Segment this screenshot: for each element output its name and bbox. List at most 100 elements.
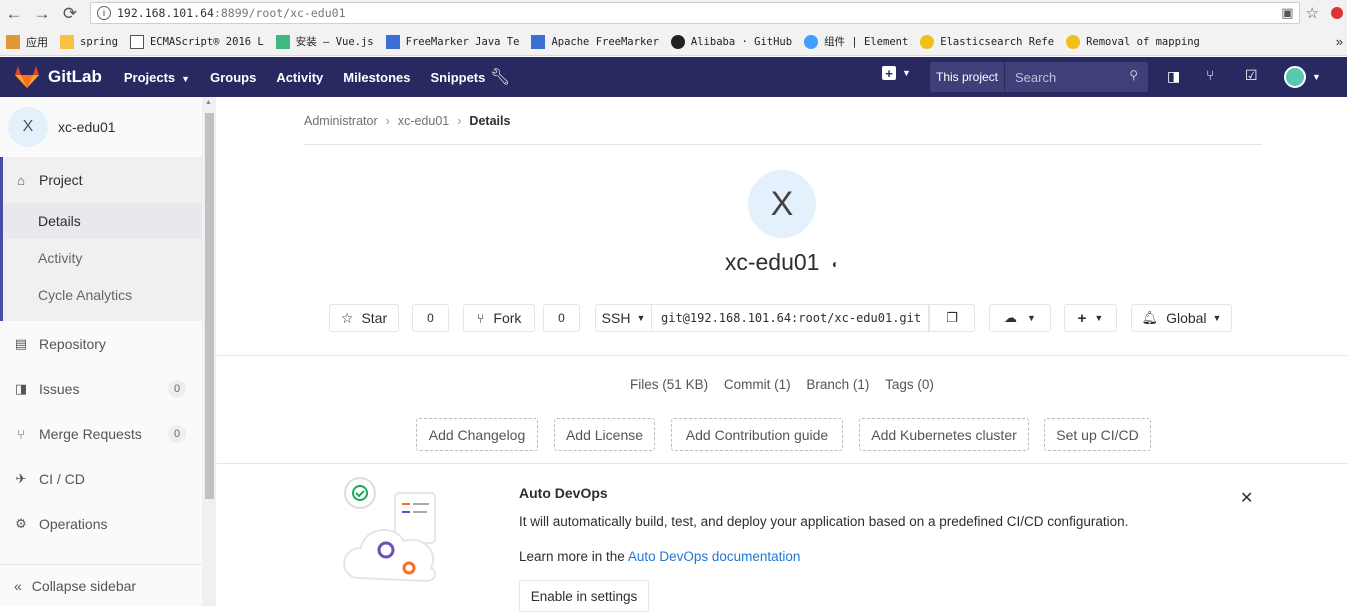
bookmark-item[interactable]: Removal of mapping bbox=[1066, 34, 1200, 49]
apps-icon bbox=[6, 34, 20, 49]
forward-icon[interactable]: → bbox=[28, 4, 56, 24]
home-icon: ⌂ bbox=[17, 172, 25, 188]
user-avatar[interactable]: ▼ bbox=[1284, 66, 1321, 88]
stat-tags[interactable]: Tags (0) bbox=[885, 377, 934, 392]
nav-projects[interactable]: Projects ▼ bbox=[124, 70, 190, 85]
scrollbar-thumb[interactable] bbox=[205, 113, 214, 499]
main-content: Administrator › xc-edu01 › Details X xc-… bbox=[217, 97, 1347, 612]
bookmark-star-icon[interactable]: ☆ bbox=[1306, 4, 1319, 22]
back-icon[interactable]: ← bbox=[0, 4, 28, 24]
caret-down-icon: ▼ bbox=[1212, 313, 1222, 323]
stat-commits[interactable]: Commit (1) bbox=[724, 377, 791, 392]
add-contribution-guide-button[interactable]: Add Contribution guide bbox=[671, 418, 843, 451]
elastic-icon bbox=[920, 34, 935, 49]
bookmark-item[interactable]: ECMAScript® 2016 L bbox=[129, 34, 264, 49]
add-kubernetes-cluster-button[interactable]: Add Kubernetes cluster bbox=[859, 418, 1029, 451]
project-avatar-large: X bbox=[748, 170, 816, 238]
issues-nav-icon[interactable]: ◨ bbox=[1167, 68, 1180, 85]
issues-icon: ◨ bbox=[14, 381, 28, 396]
fork-button[interactable]: ⑂ Fork bbox=[463, 304, 535, 332]
new-plus-icon[interactable]: + ▼ bbox=[882, 66, 911, 81]
reload-icon[interactable]: ⟳ bbox=[56, 4, 84, 24]
bookmark-item[interactable]: Alibaba · GitHub bbox=[670, 34, 792, 49]
add-license-button[interactable]: Add License bbox=[554, 418, 655, 451]
more-bookmarks-icon[interactable]: » bbox=[1336, 34, 1343, 49]
nav-groups[interactable]: Groups bbox=[210, 70, 256, 85]
sidebar-item-operations[interactable]: ⚙ Operations bbox=[0, 516, 202, 532]
admin-wrench-icon[interactable]: 🔧︎ bbox=[490, 67, 510, 87]
bookmark-item[interactable]: 安装 — Vue.js bbox=[275, 34, 374, 49]
add-dropdown[interactable]: + ▼ bbox=[1064, 304, 1117, 332]
translate-icon[interactable]: ▣ bbox=[1281, 5, 1293, 21]
scroll-up-icon[interactable]: ▲ bbox=[205, 99, 212, 106]
code-icon bbox=[531, 34, 546, 49]
close-icon[interactable]: ✕ bbox=[1240, 488, 1253, 508]
stat-branches[interactable]: Branch (1) bbox=[806, 377, 869, 392]
star-button[interactable]: ☆ Star bbox=[329, 304, 399, 332]
sidebar-scrollbar[interactable]: ▲ bbox=[202, 97, 216, 606]
bookmark-item[interactable]: 应用 bbox=[6, 34, 48, 50]
breadcrumb-administrator[interactable]: Administrator bbox=[304, 114, 378, 128]
set-up-ci-cd-button[interactable]: Set up CI/CD bbox=[1044, 418, 1151, 451]
sidebar-item-merge-requests[interactable]: ⑂ Merge Requests 0 bbox=[0, 425, 202, 443]
info-icon[interactable]: i bbox=[97, 6, 111, 20]
sidebar-item-ci-cd[interactable]: ✈ CI / CD bbox=[0, 471, 202, 487]
sidebar-sub-cycle-analytics[interactable]: Cycle Analytics bbox=[38, 287, 132, 303]
element-icon bbox=[804, 34, 819, 49]
search-input[interactable]: Search ⚲ bbox=[1004, 62, 1148, 92]
vue-icon bbox=[275, 34, 290, 49]
sidebar-sub-activity[interactable]: Activity bbox=[38, 250, 82, 266]
auto-devops-docs-link[interactable]: Auto DevOps documentation bbox=[628, 549, 801, 564]
copy-url-button[interactable]: ❐ bbox=[929, 304, 975, 332]
clipboard-icon: ❐ bbox=[946, 310, 958, 325]
star-icon: ☆ bbox=[340, 309, 354, 326]
chevron-right-icon: › bbox=[385, 114, 390, 128]
stat-files[interactable]: Files (51 KB) bbox=[630, 377, 708, 392]
bookmarks-bar: 应用 spring ECMAScript® 2016 L 安装 — Vue.js Fre… bbox=[0, 28, 1347, 56]
caret-down-icon: ▼ bbox=[1027, 313, 1036, 323]
bookmark-item[interactable]: FreeMarker Java Te bbox=[385, 34, 519, 49]
download-dropdown[interactable]: ☁ ▼ bbox=[989, 304, 1051, 332]
breadcrumb-project[interactable]: xc-edu01 bbox=[398, 114, 449, 128]
page-icon bbox=[129, 34, 144, 49]
sidebar-item-issues[interactable]: ◨ Issues 0 bbox=[0, 380, 202, 398]
extension-icon[interactable] bbox=[1331, 7, 1343, 19]
issues-count-badge: 0 bbox=[168, 380, 186, 398]
sidebar-item-repository[interactable]: ▤ Repository bbox=[0, 336, 202, 352]
todos-nav-icon[interactable]: ☑ bbox=[1245, 67, 1258, 84]
chevron-right-icon: › bbox=[457, 114, 462, 128]
auto-devops-title: Auto DevOps bbox=[519, 485, 608, 501]
auto-devops-illustration bbox=[343, 477, 437, 583]
auto-devops-learn-more: Learn more in the Auto DevOps documentat… bbox=[519, 549, 801, 564]
merge-requests-nav-icon[interactable]: ⑂ bbox=[1206, 67, 1214, 83]
bookmark-item[interactable]: 组件 | Element bbox=[804, 34, 908, 49]
url-port: :8899 bbox=[213, 6, 249, 20]
bookmark-item[interactable]: Elasticsearch Refe bbox=[920, 34, 1054, 49]
clone-protocol-dropdown[interactable]: SSH ▼ bbox=[595, 304, 652, 332]
enable-in-settings-button[interactable]: Enable in settings bbox=[519, 580, 649, 612]
nav-milestones[interactable]: Milestones bbox=[343, 70, 410, 85]
nav-snippets[interactable]: Snippets bbox=[430, 70, 485, 85]
collapse-sidebar-button[interactable]: « Collapse sidebar bbox=[0, 564, 202, 606]
bookmark-item[interactable]: Apache FreeMarker bbox=[531, 34, 659, 49]
rocket-icon: ✈ bbox=[15, 471, 27, 486]
repo-stats: Files (51 KB) Commit (1) Branch (1) Tags… bbox=[217, 377, 1347, 392]
fork-count[interactable]: 0 bbox=[543, 304, 580, 332]
url-path: /root/xc-edu01 bbox=[248, 6, 346, 20]
add-changelog-button[interactable]: Add Changelog bbox=[416, 418, 538, 451]
merge-request-icon: ⑂ bbox=[17, 426, 25, 442]
this-project-scope[interactable]: This project bbox=[930, 62, 1004, 92]
clone-url-input[interactable]: git@192.168.101.64:root/xc-edu01.git bbox=[652, 304, 929, 332]
sidebar-item-project[interactable]: ⌂ Project bbox=[0, 172, 202, 188]
notification-dropdown[interactable]: 🔔︎ Global ▼ bbox=[1131, 304, 1232, 332]
sidebar-sub-details[interactable]: Details bbox=[38, 213, 81, 229]
bookmark-item[interactable]: spring bbox=[60, 34, 118, 49]
address-bar[interactable]: i 192.168.101.64:8899/root/xc-edu01 bbox=[90, 2, 1300, 24]
gitlab-logo[interactable]: GitLab bbox=[14, 65, 102, 89]
project-name: xc-edu01 bbox=[58, 119, 116, 135]
sidebar-project-header[interactable]: X xc-edu01 bbox=[8, 107, 116, 147]
nav-activity[interactable]: Activity bbox=[276, 70, 323, 85]
project-sidebar: X xc-edu01 ⌂ Project Details Activity Cy… bbox=[0, 97, 216, 606]
sidebar-item-details[interactable] bbox=[3, 203, 202, 239]
star-count[interactable]: 0 bbox=[412, 304, 449, 332]
